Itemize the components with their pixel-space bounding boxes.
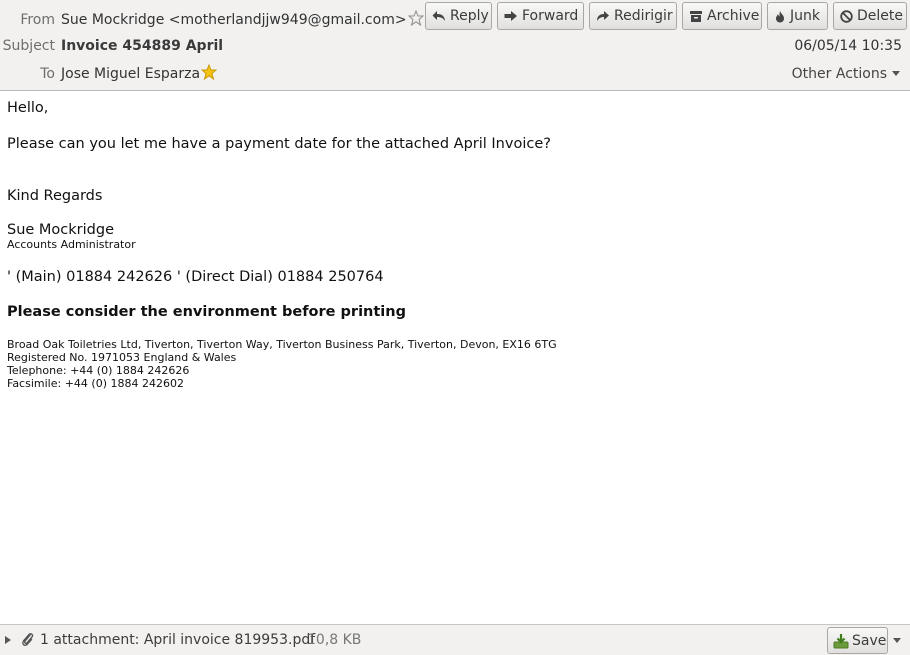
to-label: To (40, 66, 55, 82)
junk-button[interactable]: Junk (767, 2, 828, 30)
facsimile-number: Facsimile: +44 (0) 1884 242602 (7, 377, 184, 390)
message-header: From Sue Mockridge <motherlandjjw949@gma… (0, 0, 910, 91)
to-value[interactable]: Jose Miguel Esparza (61, 64, 218, 84)
delete-icon (840, 10, 853, 23)
registration-number: Registered No. 1971053 England & Wales (7, 351, 237, 364)
expand-triangle-icon[interactable] (5, 636, 11, 644)
forward-icon (504, 11, 517, 21)
subject-label: Subject (2, 38, 55, 54)
attachment-size: 10,8 KB (307, 632, 362, 648)
body-line: Please can you let me have a payment dat… (7, 136, 551, 152)
regards-text: Kind Regards (7, 188, 103, 204)
signature-title: Accounts Administrator (7, 238, 136, 251)
redirect-icon (597, 11, 609, 21)
star-outline-icon[interactable] (407, 10, 424, 26)
forward-button[interactable]: Forward (497, 2, 584, 30)
paperclip-icon (22, 633, 34, 647)
save-button[interactable]: Save (827, 627, 888, 654)
signature-name: Sue Mockridge (7, 222, 114, 238)
delete-button[interactable]: Delete (833, 2, 907, 30)
redirect-button[interactable]: Redirigir (589, 2, 677, 30)
environment-note: Please consider the environment before p… (7, 304, 406, 320)
chevron-down-icon (892, 71, 900, 76)
archive-button[interactable]: Archive (682, 2, 762, 30)
message-date: 06/05/14 10:35 (794, 38, 902, 54)
from-address[interactable]: Sue Mockridge <motherlandjjw949@gmail.co… (61, 12, 407, 28)
from-label: From (20, 12, 55, 28)
telephone-number: Telephone: +44 (0) 1884 242626 (7, 364, 190, 377)
company-address: Broad Oak Toiletries Ltd, Tiverton, Tive… (7, 338, 557, 351)
reply-button[interactable]: Reply (425, 2, 492, 30)
flame-icon (776, 11, 784, 23)
phone-numbers: ' (Main) 01884 242626 ' (Direct Dial) 01… (7, 269, 384, 285)
attachment-bar: 1 attachment: April invoice 819953.pdf 1… (0, 624, 910, 655)
archive-icon (690, 11, 702, 22)
greeting-text: Hello, (7, 100, 49, 116)
subject-value: Invoice 454889 April (61, 38, 224, 54)
attachment-summary[interactable]: 1 attachment: April invoice 819953.pdf (40, 630, 315, 650)
save-menu-chevron-icon[interactable] (893, 638, 901, 643)
reply-icon (432, 11, 445, 21)
to-address[interactable]: Jose Miguel Esparza (61, 66, 200, 82)
from-value[interactable]: Sue Mockridge <motherlandjjw949@gmail.co… (61, 10, 424, 30)
other-actions-menu[interactable]: Other Actions (792, 64, 900, 84)
other-actions-label: Other Actions (791, 66, 887, 82)
star-filled-icon[interactable] (201, 64, 218, 80)
save-icon (833, 634, 849, 649)
